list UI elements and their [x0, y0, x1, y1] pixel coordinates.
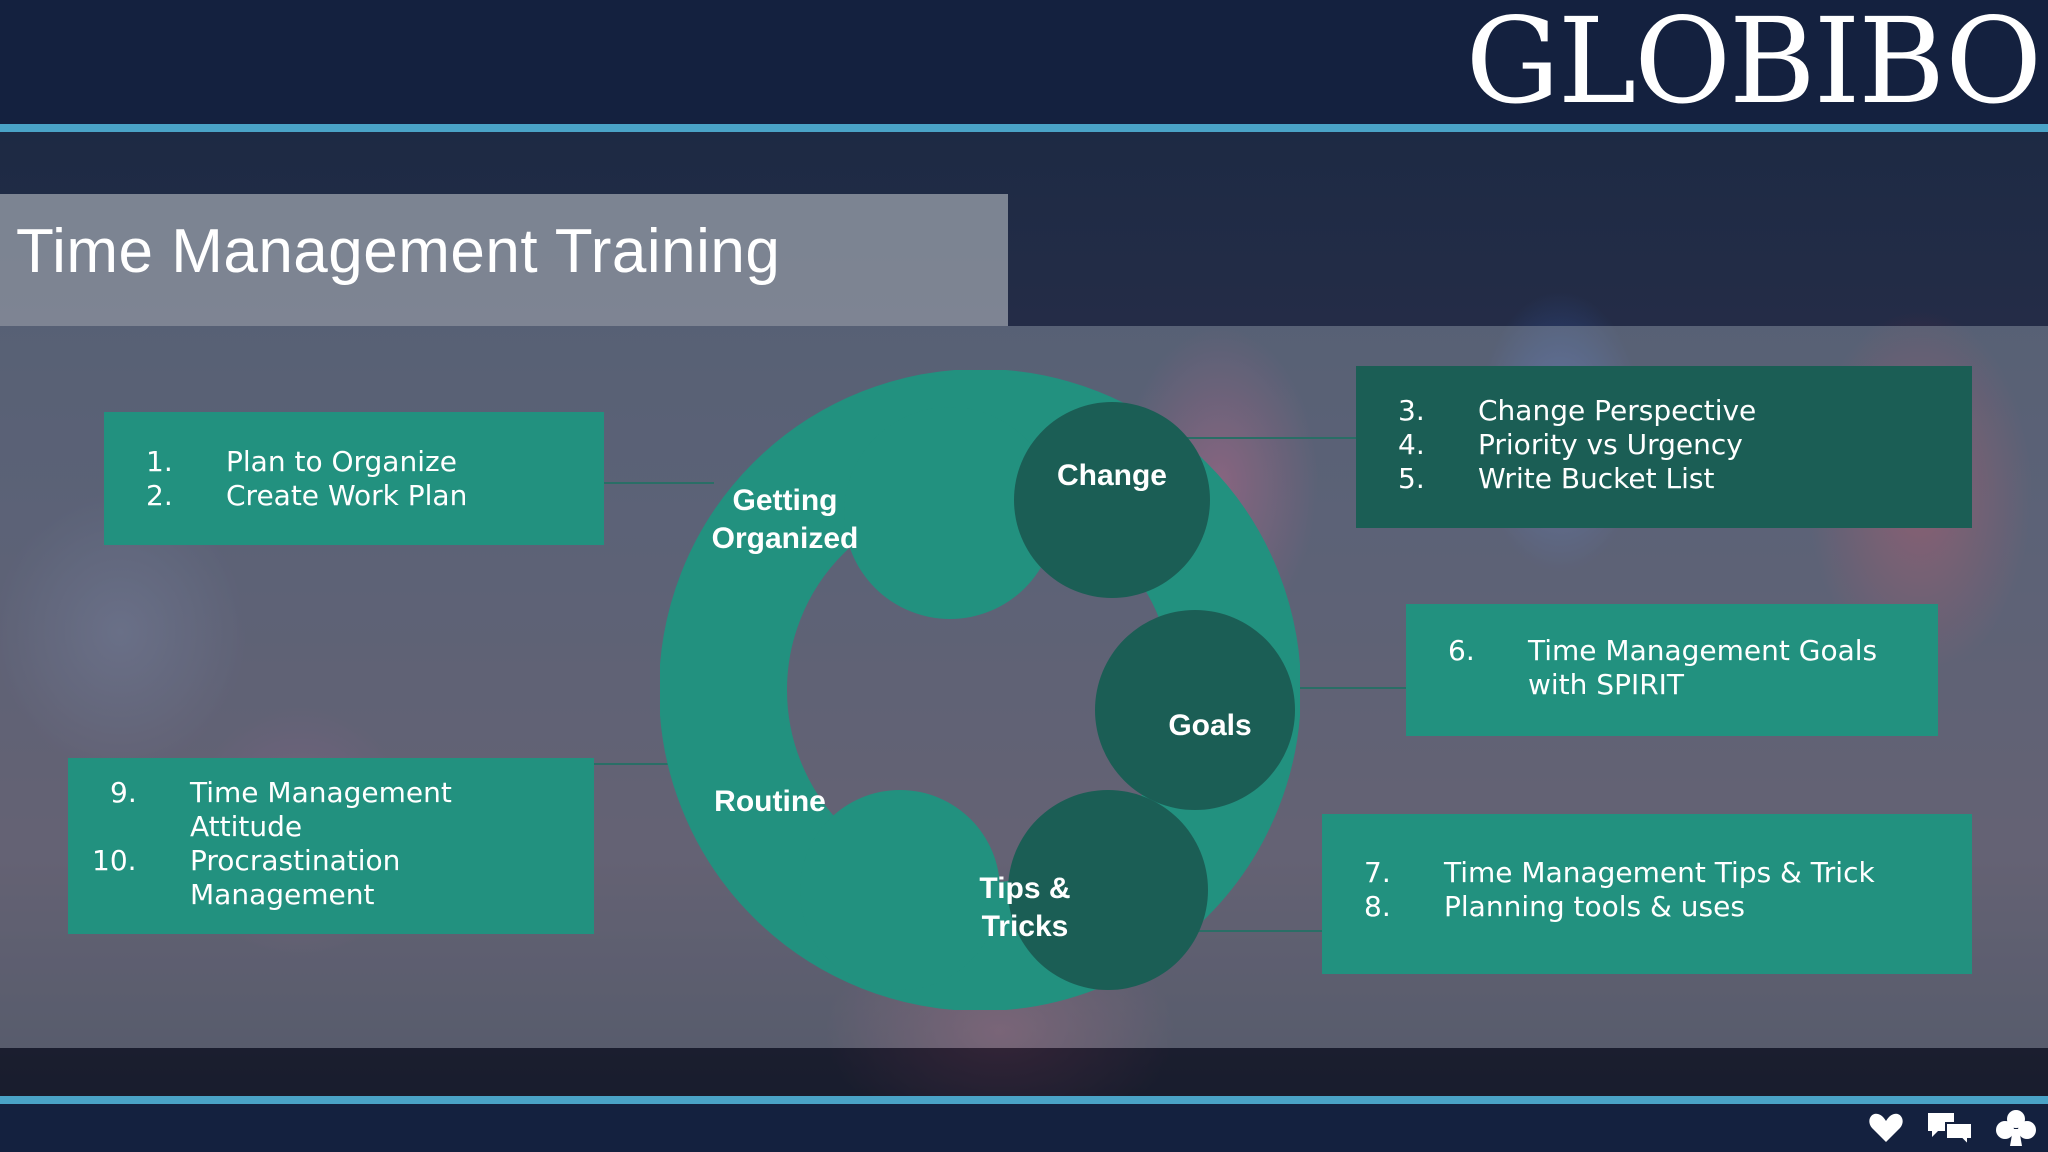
- box-change: 3. Change Perspective 4. Priority vs Urg…: [1356, 366, 1972, 528]
- club-icon[interactable]: [1996, 1109, 2036, 1147]
- list-item: 8. Planning tools & uses: [1364, 890, 1745, 923]
- list-item: 10. Procrastination Management: [92, 844, 401, 911]
- connector-line: [1286, 687, 1406, 689]
- chat-bubbles-icon[interactable]: [1926, 1111, 1974, 1145]
- list-item: 6. Time Management Goals with SPIRIT: [1448, 634, 1878, 701]
- slide-title: Time Management Training: [16, 217, 781, 286]
- cycle-label-tips-tricks: Tips & Tricks: [979, 872, 1071, 943]
- cycle-label-change: Change: [1056, 459, 1167, 492]
- cycle-bead-change: [1014, 402, 1210, 598]
- list-item: 4. Priority vs Urgency: [1398, 428, 1743, 461]
- box-routine: 9. Time Management Attitude 10. Procrast…: [68, 758, 594, 934]
- box-tips-tricks: 7. Time Management Tips & Trick 8. Plann…: [1322, 814, 1972, 974]
- cycle-label-getting-organized: Getting Organized: [711, 484, 859, 555]
- heart-icon[interactable]: [1868, 1112, 1904, 1144]
- globibo-logo: GLOBIBO: [1465, 0, 2042, 130]
- cycle-label-routine: Routine: [714, 785, 826, 818]
- footer-icons: [1868, 1106, 2036, 1150]
- list-item: 1. Plan to Organize: [146, 445, 457, 478]
- footer-bar: [0, 1104, 2048, 1152]
- cycle-label-goals: Goals: [1168, 709, 1252, 742]
- list-item: 9. Time Management Attitude: [110, 776, 452, 843]
- list-item: 7. Time Management Tips & Trick: [1364, 856, 1875, 889]
- header-accent-line: [0, 124, 2048, 132]
- list-item: 2. Create Work Plan: [146, 479, 468, 512]
- photo-bottom-strip: [0, 1048, 2048, 1096]
- list-item: 5. Write Bucket List: [1398, 462, 1715, 495]
- box-getting-organized: 1. Plan to Organize 2. Create Work Plan: [104, 412, 604, 545]
- box-goals: 6. Time Management Goals with SPIRIT: [1406, 604, 1938, 736]
- footer-accent-line: [0, 1096, 2048, 1104]
- list-item: 3. Change Perspective: [1398, 394, 1757, 427]
